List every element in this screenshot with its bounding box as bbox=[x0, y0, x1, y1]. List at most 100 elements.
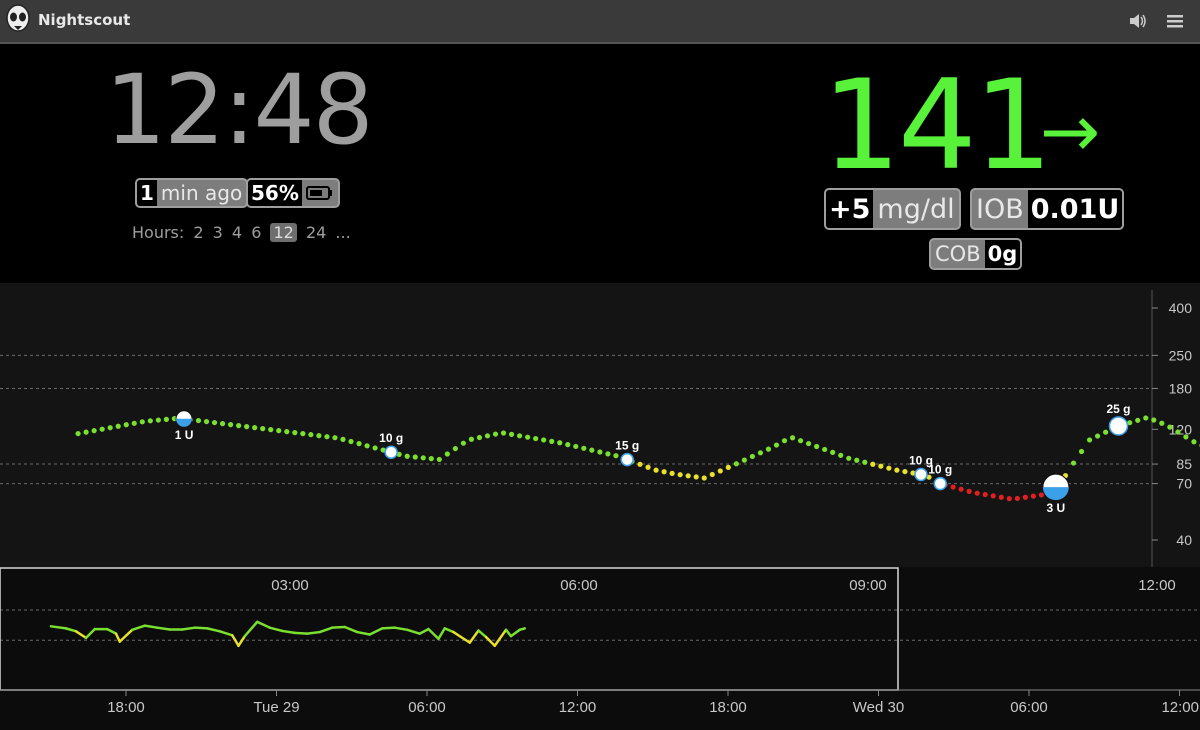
glucose-reading-dot bbox=[846, 455, 852, 461]
glucose-reading-dot bbox=[1167, 424, 1173, 430]
glucose-reading-dot bbox=[773, 442, 780, 448]
carbs-marker bbox=[384, 445, 398, 459]
cob-value: 0g bbox=[984, 240, 1021, 268]
navigator-x-tick-label: 06:00 bbox=[1010, 699, 1048, 716]
glucose-reading-dot bbox=[356, 441, 362, 447]
glucose-reading-dot bbox=[420, 455, 426, 461]
hours-option-more[interactable]: ... bbox=[335, 223, 350, 242]
glucose-reading-dot bbox=[404, 453, 410, 459]
glucose-reading-dot bbox=[565, 442, 571, 448]
navigator-x-tick-label: Tue 29 bbox=[253, 699, 299, 716]
glucose-reading-dot bbox=[765, 446, 772, 452]
glucose-reading-dot bbox=[749, 453, 756, 460]
glucose-reading-dot bbox=[814, 443, 820, 450]
glucose-reading-dot bbox=[75, 430, 81, 437]
glucose-reading-dot bbox=[1183, 434, 1189, 440]
glucose-reading-dot bbox=[139, 419, 145, 425]
glucose-reading-dot bbox=[677, 472, 683, 478]
hours-option-24[interactable]: 24 bbox=[306, 223, 326, 242]
glucose-reading-dot bbox=[693, 474, 699, 480]
glucose-reading-dot bbox=[645, 464, 651, 470]
glucose-reading-dot bbox=[444, 451, 450, 457]
glucose-reading-dot bbox=[990, 493, 996, 499]
glucose-reading-dot bbox=[203, 418, 210, 425]
cob-badge: COB 0g bbox=[929, 238, 1023, 270]
glucose-reading-dot bbox=[364, 443, 370, 449]
glucose-reading-dot bbox=[862, 459, 868, 465]
glucose-reading-dot bbox=[549, 438, 555, 444]
glucose-reading-dot bbox=[476, 434, 483, 441]
cob-label: COB bbox=[935, 242, 981, 266]
glucose-reading-dot bbox=[268, 427, 274, 433]
hours-label: Hours: bbox=[132, 223, 185, 242]
glucose-reading-dot bbox=[131, 420, 137, 426]
glucose-reading-dot bbox=[324, 434, 330, 440]
battery-badge: 56% bbox=[246, 178, 340, 208]
glucose-reading-dot bbox=[147, 418, 153, 424]
navigator-glucose-line bbox=[156, 626, 171, 631]
hours-selector: Hours: 2 3 4 6 12 24 ... bbox=[132, 223, 355, 242]
y-axis-tick-label: 40 bbox=[1176, 532, 1192, 548]
iob-value: 0.01U bbox=[1027, 190, 1123, 228]
x-axis-tick-label: 03:00 bbox=[271, 577, 309, 594]
glucose-reading-dot bbox=[653, 467, 659, 473]
glucose-reading-dot bbox=[83, 429, 89, 435]
glucose-reading-dot bbox=[1151, 417, 1157, 423]
glucose-reading-dot bbox=[1078, 448, 1085, 455]
navigator-glucose-line bbox=[381, 626, 396, 630]
trend-arrow: → bbox=[1040, 89, 1101, 173]
hours-option-12[interactable]: 12 bbox=[270, 223, 297, 242]
y-axis-tick-label: 70 bbox=[1176, 476, 1192, 492]
glucose-value: 141 bbox=[822, 54, 1053, 198]
glucose-reading-dot bbox=[894, 467, 900, 473]
alien-head-icon bbox=[6, 4, 30, 32]
glucose-reading-dot bbox=[525, 434, 531, 440]
glucose-reading-dot bbox=[838, 452, 844, 458]
glucose-reading-dot bbox=[557, 440, 563, 446]
last-reading-badge: 1 min ago bbox=[135, 178, 249, 208]
glucose-reading-dot bbox=[589, 447, 595, 453]
glucose-reading-dot bbox=[958, 486, 964, 492]
navigator-glucose-line bbox=[193, 626, 209, 630]
glucose-reading-dot bbox=[1143, 415, 1149, 421]
carbs-label: 15 g bbox=[615, 439, 639, 453]
glucose-reading-dot bbox=[244, 424, 250, 430]
carbs-label: 25 g bbox=[1106, 402, 1130, 416]
hours-option-3[interactable]: 3 bbox=[213, 223, 223, 242]
app-title: Nightscout bbox=[38, 11, 131, 29]
glucose-reading-dot bbox=[460, 440, 466, 446]
glucose-reading-dot bbox=[115, 423, 121, 429]
top-bar: Nightscout bbox=[0, 0, 1200, 44]
glucose-reading-dot bbox=[163, 416, 169, 422]
glucose-reading-dot bbox=[1030, 493, 1036, 499]
glucose-reading-dot bbox=[950, 484, 956, 490]
glucose-reading-dot bbox=[1094, 433, 1101, 439]
glucose-reading-dot bbox=[974, 490, 980, 496]
hamburger-menu-icon[interactable] bbox=[1164, 11, 1186, 31]
current-time: 12:48 bbox=[105, 54, 374, 166]
glucose-reading-dot bbox=[805, 440, 812, 447]
glucose-reading-dot bbox=[1022, 494, 1028, 500]
navigator-glucose-line bbox=[181, 626, 196, 631]
delta-value: +5 bbox=[826, 190, 874, 228]
hours-option-2[interactable]: 2 bbox=[193, 223, 203, 242]
hours-option-6[interactable]: 6 bbox=[251, 223, 261, 242]
glucose-reading-dot bbox=[340, 436, 346, 442]
glucose-reading-dot bbox=[452, 445, 458, 452]
speaker-icon[interactable] bbox=[1127, 11, 1149, 31]
navigator-x-tick-label: 06:00 bbox=[408, 699, 446, 716]
glucose-reading-dot bbox=[701, 475, 707, 481]
glucose-reading-dot bbox=[300, 431, 306, 437]
glucose-reading-dot bbox=[725, 464, 731, 470]
glucose-reading-dot bbox=[308, 432, 314, 438]
glucose-chart[interactable]: 4070851201802504001 U 10 g15 g10 g10 g3 U… bbox=[0, 283, 1200, 730]
glucose-reading-dot bbox=[581, 445, 587, 451]
glucose-reading-dot bbox=[1038, 492, 1044, 498]
glucose-reading-dot bbox=[1014, 495, 1020, 502]
glucose-reading-dot bbox=[1135, 417, 1141, 423]
hours-option-4[interactable]: 4 bbox=[232, 223, 242, 242]
iob-label: IOB bbox=[976, 193, 1024, 225]
glucose-reading-dot bbox=[227, 422, 234, 428]
glucose-reading-dot bbox=[870, 461, 876, 467]
glucose-reading-dot bbox=[902, 468, 908, 475]
